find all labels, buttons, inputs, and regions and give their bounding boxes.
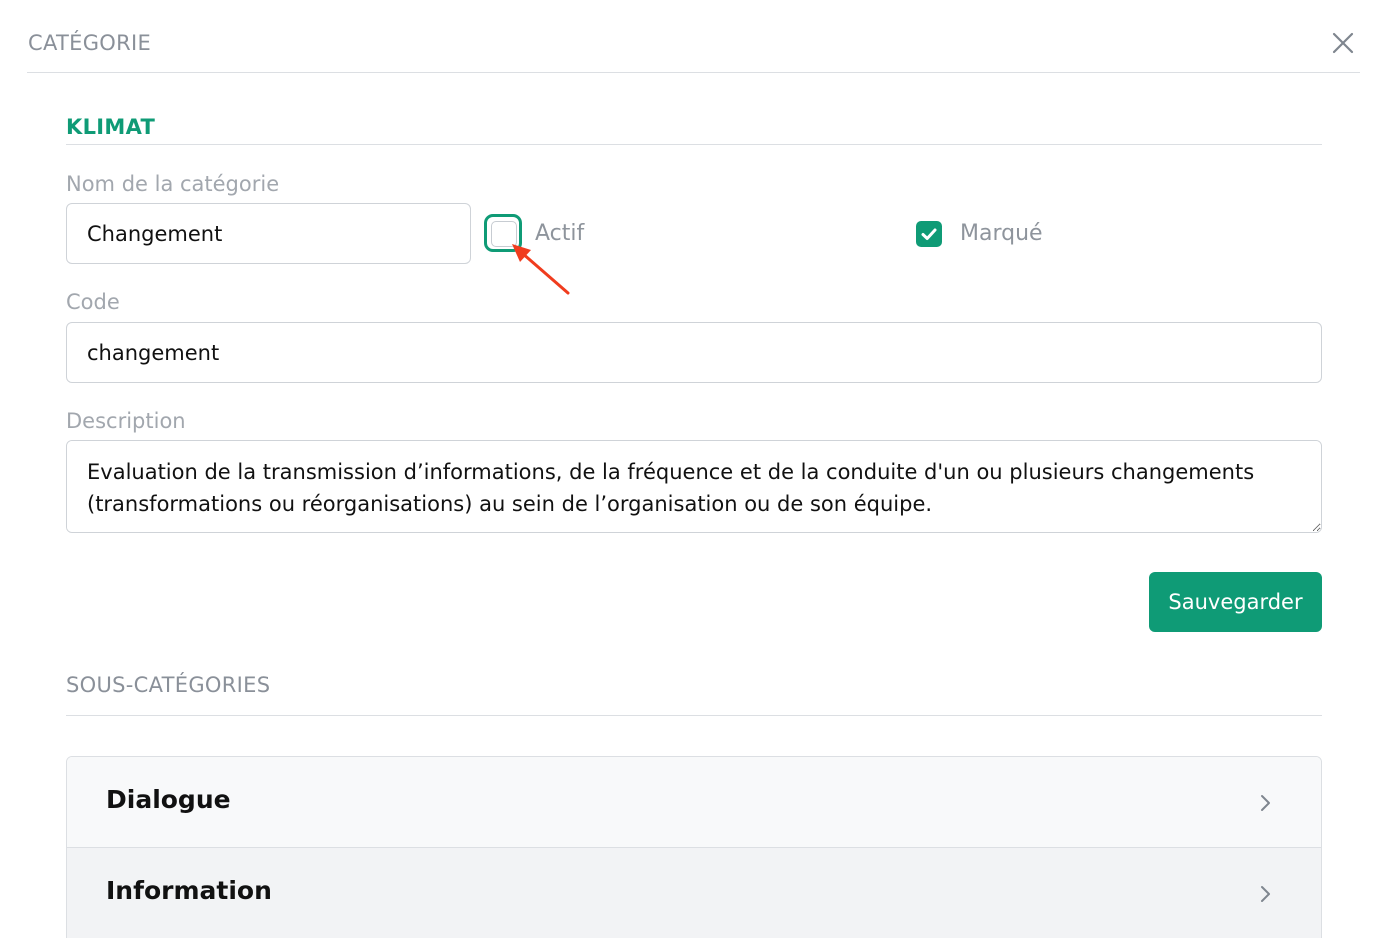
description-label: Description bbox=[66, 409, 186, 433]
subcategory-list: Dialogue Information bbox=[66, 756, 1322, 938]
category-modal: CATÉGORIE KLIMAT Nom de la catégorie Act… bbox=[0, 0, 1384, 938]
section-divider bbox=[66, 144, 1322, 145]
subcategories-divider bbox=[66, 715, 1322, 716]
close-icon bbox=[1332, 32, 1354, 54]
chevron-right-icon bbox=[1261, 795, 1270, 811]
marque-checkbox[interactable] bbox=[916, 221, 942, 247]
modal-header: CATÉGORIE bbox=[27, 0, 1360, 73]
marque-label: Marqué bbox=[960, 221, 1043, 246]
close-button[interactable] bbox=[1330, 30, 1356, 56]
annotation-arrow-icon bbox=[512, 244, 570, 295]
save-button[interactable]: Sauvegarder bbox=[1149, 572, 1322, 632]
subcategories-title: SOUS-CATÉGORIES bbox=[66, 673, 271, 697]
subcategory-label: Information bbox=[106, 876, 272, 905]
section-title: KLIMAT bbox=[66, 115, 156, 139]
chevron-right-icon bbox=[1261, 886, 1270, 902]
modal-title: CATÉGORIE bbox=[28, 31, 152, 55]
subcategory-label: Dialogue bbox=[106, 785, 231, 814]
description-textarea[interactable]: Evaluation de la transmission d’informat… bbox=[66, 440, 1322, 533]
code-input[interactable] bbox=[66, 322, 1322, 383]
subcategory-item-information[interactable]: Information bbox=[67, 848, 1321, 938]
name-input[interactable] bbox=[66, 203, 471, 264]
subcategory-item-dialogue[interactable]: Dialogue bbox=[67, 757, 1321, 848]
check-icon bbox=[921, 228, 937, 240]
code-label: Code bbox=[66, 290, 120, 314]
name-label: Nom de la catégorie bbox=[66, 172, 280, 196]
